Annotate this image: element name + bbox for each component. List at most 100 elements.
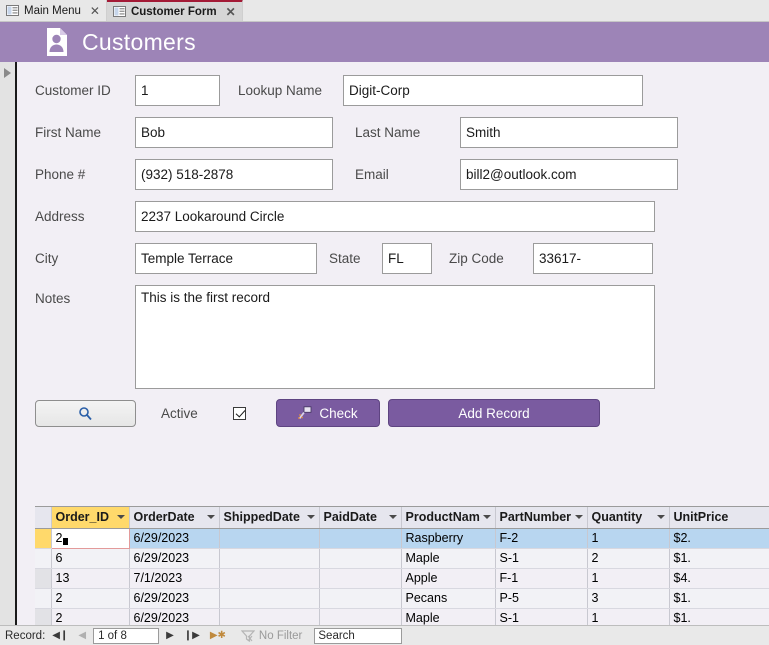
cell-paid-date[interactable] — [319, 528, 402, 549]
notes-label: Notes — [35, 291, 71, 306]
cell-paid-date[interactable] — [319, 548, 402, 569]
cell-shipped-date[interactable] — [219, 548, 320, 569]
table-header-row: Order_ID OrderDate ShippedDate PaidDate — [35, 507, 769, 529]
cell-unit-price[interactable]: $4. — [669, 568, 769, 589]
tab-main-menu[interactable]: Main Menu ✕ — [0, 0, 107, 21]
cell-shipped-date[interactable] — [219, 568, 320, 589]
chevron-down-icon[interactable] — [206, 515, 215, 520]
cell-part-number[interactable]: F-1 — [495, 568, 588, 589]
column-label: PartNumber — [499, 510, 572, 525]
row-selector[interactable] — [35, 528, 52, 549]
last-record-button[interactable]: ❙▶ — [181, 630, 203, 641]
zip-code-input[interactable]: 33617- — [533, 243, 653, 274]
column-header-shipped-date[interactable]: ShippedDate — [219, 507, 320, 529]
cell-product-name[interactable]: Apple — [401, 568, 496, 589]
customer-id-label: Customer ID — [35, 83, 111, 98]
add-record-button[interactable]: Add Record — [388, 399, 600, 427]
select-all-corner[interactable] — [35, 507, 52, 529]
column-header-order-id[interactable]: Order_ID — [51, 507, 130, 529]
column-label: Order_ID — [55, 510, 110, 525]
first-record-button[interactable]: ◀❙ — [49, 630, 71, 641]
state-input[interactable]: FL — [382, 243, 432, 274]
city-input[interactable]: Temple Terrace — [135, 243, 317, 274]
column-header-quantity[interactable]: Quantity — [587, 507, 670, 529]
cell-order-date[interactable]: 6/29/2023 — [129, 528, 220, 549]
chevron-down-icon[interactable] — [574, 515, 583, 520]
close-icon[interactable]: ✕ — [90, 5, 100, 17]
chevron-down-icon[interactable] — [482, 515, 491, 520]
phone-input[interactable]: (932) 518-2878 — [135, 159, 333, 190]
column-header-product-name[interactable]: ProductNam — [401, 507, 496, 529]
lookup-name-input[interactable]: Digit-Corp — [343, 75, 643, 106]
cell-part-number[interactable]: F-2 — [495, 528, 588, 549]
cell-order-id[interactable]: 13 — [51, 568, 130, 589]
table-row[interactable]: 6 6/29/2023 Maple S-1 2 $1. — [35, 548, 769, 569]
state-label: State — [329, 251, 361, 266]
column-header-order-date[interactable]: OrderDate — [129, 507, 220, 529]
cell-order-id[interactable]: 2 — [50, 527, 130, 549]
chevron-down-icon[interactable] — [656, 515, 665, 520]
cell-shipped-date[interactable] — [219, 528, 320, 549]
column-label: PaidDate — [323, 510, 378, 525]
column-header-paid-date[interactable]: PaidDate — [319, 507, 402, 529]
search-button[interactable] — [35, 399, 136, 427]
cell-quantity[interactable]: 3 — [587, 588, 670, 609]
table-row[interactable]: 2 6/29/2023 Pecans P-5 3 $1. — [35, 588, 769, 609]
cell-product-name[interactable]: Maple — [401, 548, 496, 569]
record-label: Record: — [5, 629, 46, 642]
cell-order-date[interactable]: 6/29/2023 — [129, 548, 220, 569]
notes-input[interactable]: This is the first record — [135, 285, 655, 389]
table-row[interactable]: 2 6/29/2023 Raspberry F-2 1 $2. — [35, 527, 769, 549]
record-position-input[interactable]: 1 of 8 — [93, 627, 160, 644]
address-label: Address — [35, 209, 85, 224]
row-selector[interactable] — [35, 568, 52, 589]
cell-quantity[interactable]: 1 — [587, 528, 670, 549]
search-input[interactable]: Search — [314, 627, 403, 644]
cell-unit-price[interactable]: $2. — [669, 528, 769, 549]
cell-paid-date[interactable] — [319, 568, 402, 589]
row-selector[interactable] — [35, 588, 52, 609]
column-label: Quantity — [591, 510, 643, 525]
cell-unit-price[interactable]: $1. — [669, 588, 769, 609]
wand-icon — [298, 406, 312, 420]
column-label: OrderDate — [133, 510, 195, 525]
cell-order-id[interactable]: 2 — [51, 588, 130, 609]
row-selector[interactable] — [35, 548, 52, 569]
column-header-unit-price[interactable]: UnitPrice — [669, 507, 769, 529]
address-input[interactable]: 2237 Lookaround Circle — [135, 201, 655, 232]
tab-customer-form[interactable]: Customer Form ✕ — [106, 0, 243, 21]
cell-part-number[interactable]: P-5 — [495, 588, 588, 609]
previous-record-button[interactable]: ◀ — [75, 630, 89, 641]
form-icon — [6, 5, 19, 16]
column-label: ProductNam — [405, 510, 480, 525]
cell-part-number[interactable]: S-1 — [495, 548, 588, 569]
cell-paid-date[interactable] — [319, 588, 402, 609]
lookup-name-label: Lookup Name — [238, 83, 323, 98]
new-record-button[interactable]: ▶✱ — [207, 630, 229, 641]
cell-product-name[interactable]: Raspberry — [401, 528, 496, 549]
cell-quantity[interactable]: 2 — [587, 548, 670, 569]
record-selector-bar[interactable] — [0, 62, 17, 645]
cell-product-name[interactable]: Pecans — [401, 588, 496, 609]
current-record-arrow-icon — [4, 68, 11, 78]
chevron-down-icon[interactable] — [306, 515, 315, 520]
table-row[interactable]: 13 7/1/2023 Apple F-1 1 $4. — [35, 568, 769, 589]
cell-shipped-date[interactable] — [219, 588, 320, 609]
check-button[interactable]: Check — [276, 399, 380, 427]
cell-quantity[interactable]: 1 — [587, 568, 670, 589]
cell-order-id[interactable]: 6 — [51, 548, 130, 569]
active-checkbox[interactable] — [233, 406, 246, 420]
filter-status[interactable]: No Filter — [240, 629, 302, 643]
chevron-down-icon[interactable] — [388, 515, 397, 520]
close-icon[interactable]: ✕ — [226, 6, 236, 18]
email-input[interactable]: bill2@outlook.com — [460, 159, 678, 190]
first-name-input[interactable]: Bob — [135, 117, 333, 148]
chevron-down-icon[interactable] — [116, 515, 125, 520]
cell-unit-price[interactable]: $1. — [669, 548, 769, 569]
column-header-part-number[interactable]: PartNumber — [495, 507, 588, 529]
last-name-input[interactable]: Smith — [460, 117, 678, 148]
cell-order-date[interactable]: 7/1/2023 — [129, 568, 220, 589]
customer-id-input[interactable]: 1 — [135, 75, 220, 106]
cell-order-date[interactable]: 6/29/2023 — [129, 588, 220, 609]
next-record-button[interactable]: ▶ — [163, 630, 177, 641]
